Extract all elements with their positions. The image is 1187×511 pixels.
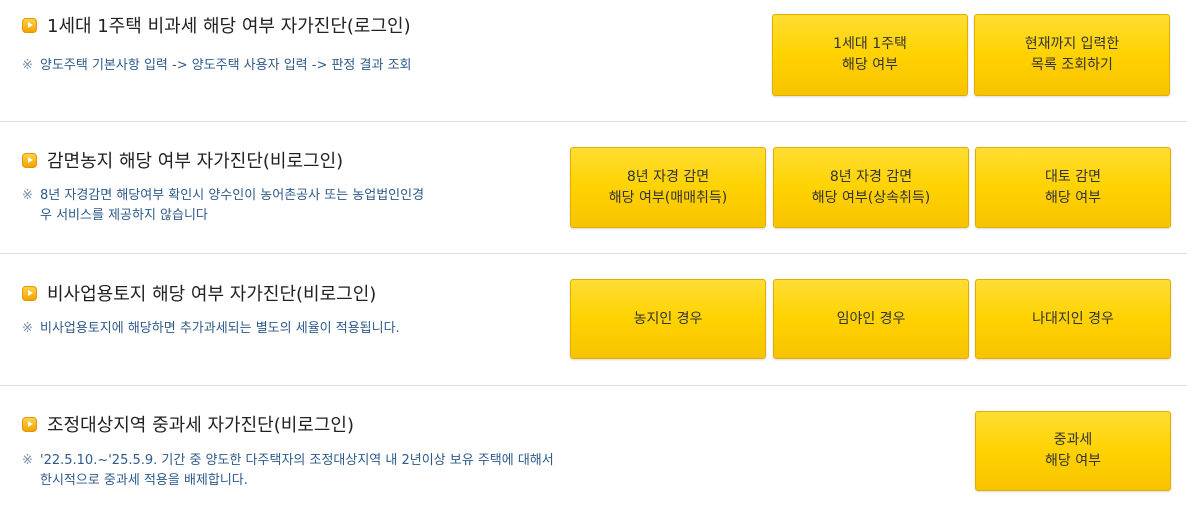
section-non-business-land: 비사업용토지 해당 여부 자가진단(비로그인) ※ 비사업용토지에 해당하면 추… bbox=[0, 253, 1187, 386]
section-title: 1세대 1주택 비과세 해당 여부 자가진단(로그인) bbox=[47, 16, 411, 37]
surcharge-check-button[interactable]: 중과세 해당 여부 bbox=[975, 411, 1171, 491]
section-title-row: 감면농지 해당 여부 자가진단(비로그인) bbox=[22, 147, 343, 173]
note-text: '22.5.10.~'25.5.9. 기간 중 양도한 다주택자의 조정대상지역… bbox=[40, 453, 554, 488]
section-title-row: 1세대 1주택 비과세 해당 여부 자가진단(로그인) bbox=[22, 12, 411, 38]
section-title: 감면농지 해당 여부 자가진단(비로그인) bbox=[47, 151, 344, 172]
section-title: 비사업용토지 해당 여부 자가진단(비로그인) bbox=[47, 284, 377, 305]
self-farming-purchase-button[interactable]: 8년 자경 감면 해당 여부(매매취득) bbox=[570, 147, 766, 228]
button-label: 8년 자경 감면 해당 여부(매매취득) bbox=[608, 168, 728, 206]
orange-arrow-bullet-icon bbox=[22, 17, 37, 33]
orange-arrow-bullet-icon bbox=[22, 416, 37, 432]
note-mark: ※ bbox=[22, 188, 33, 203]
button-label: 8년 자경 감면 해당 여부(상속취득) bbox=[811, 168, 931, 206]
section-note: ※ '22.5.10.~'25.5.9. 기간 중 양도한 다주택자의 조정대상… bbox=[22, 451, 554, 491]
section-note: ※ 비사업용토지에 해당하면 추가과세되는 별도의 세율이 적용됩니다. bbox=[22, 319, 400, 339]
button-label: 1세대 1주택 해당 여부 bbox=[833, 36, 907, 73]
section-title: 조정대상지역 중과세 자가진단(비로그인) bbox=[47, 415, 355, 436]
orange-arrow-bullet-icon bbox=[22, 152, 37, 168]
self-farming-inheritance-button[interactable]: 8년 자경 감면 해당 여부(상속취득) bbox=[773, 147, 969, 228]
section-single-house-exemption: 1세대 1주택 비과세 해당 여부 자가진단(로그인) ※ 양도주택 기본사항 … bbox=[0, 0, 1187, 122]
note-text: 8년 자경감면 해당여부 확인시 양수인이 농어촌공사 또는 농업법인인경 우 … bbox=[40, 188, 425, 223]
button-label: 중과세 해당 여부 bbox=[1045, 432, 1101, 469]
land-replacement-button[interactable]: 대토 감면 해당 여부 bbox=[975, 147, 1171, 228]
note-text: 비사업용토지에 해당하면 추가과세되는 별도의 세율이 적용됩니다. bbox=[40, 321, 400, 336]
section-farmland-reduction: 감면농지 해당 여부 자가진단(비로그인) ※ 8년 자경감면 해당여부 확인시… bbox=[0, 121, 1187, 254]
forest-case-button[interactable]: 임야인 경우 bbox=[773, 279, 969, 359]
section-title-row: 비사업용토지 해당 여부 자가진단(비로그인) bbox=[22, 280, 376, 306]
farmland-case-button[interactable]: 농지인 경우 bbox=[570, 279, 766, 359]
button-label: 농지인 경우 bbox=[633, 310, 703, 327]
single-house-check-button[interactable]: 1세대 1주택 해당 여부 bbox=[772, 14, 968, 96]
button-label: 대토 감면 해당 여부 bbox=[1045, 168, 1101, 206]
button-label: 나대지인 경우 bbox=[1032, 310, 1114, 327]
view-entered-list-button[interactable]: 현재까지 입력한 목록 조회하기 bbox=[974, 14, 1170, 96]
orange-arrow-bullet-icon bbox=[22, 285, 37, 301]
section-title-row: 조정대상지역 중과세 자가진단(비로그인) bbox=[22, 411, 354, 437]
note-mark: ※ bbox=[22, 58, 33, 73]
note-mark: ※ bbox=[22, 453, 33, 468]
section-note: ※ 8년 자경감면 해당여부 확인시 양수인이 농어촌공사 또는 농업법인인경 … bbox=[22, 186, 424, 226]
button-label: 현재까지 입력한 목록 조회하기 bbox=[1024, 36, 1120, 73]
section-regulated-area-surcharge: 조정대상지역 중과세 자가진단(비로그인) ※ '22.5.10.~'25.5.… bbox=[0, 385, 1187, 511]
vacant-lot-case-button[interactable]: 나대지인 경우 bbox=[975, 279, 1171, 359]
section-note: ※ 양도주택 기본사항 입력 -> 양도주택 사용자 입력 -> 판정 결과 조… bbox=[22, 56, 412, 76]
note-text: 양도주택 기본사항 입력 -> 양도주택 사용자 입력 -> 판정 결과 조회 bbox=[40, 58, 412, 73]
button-label: 임야인 경우 bbox=[836, 310, 906, 327]
note-mark: ※ bbox=[22, 321, 33, 336]
